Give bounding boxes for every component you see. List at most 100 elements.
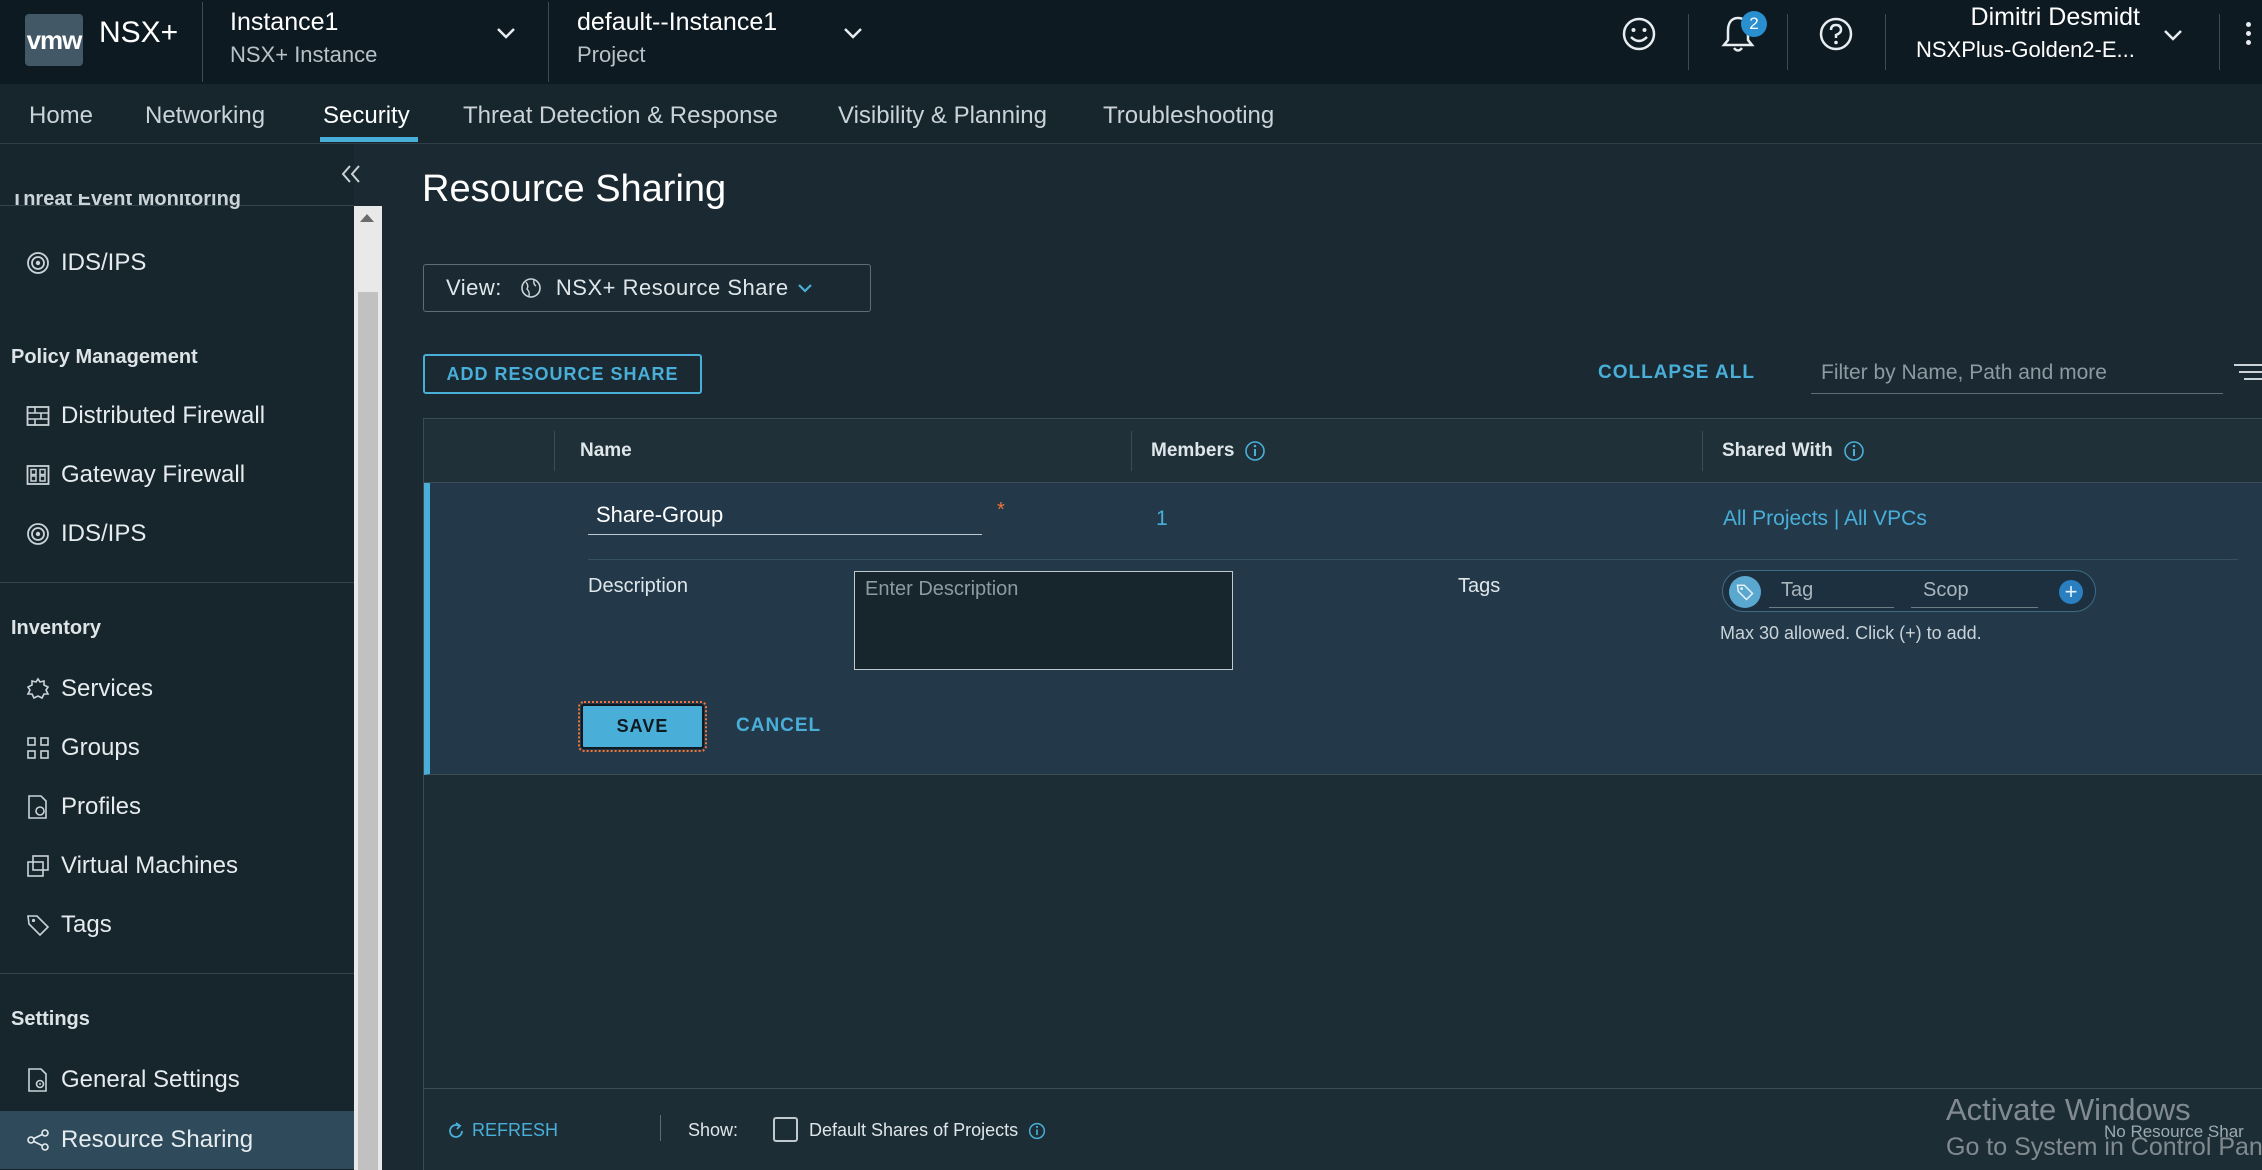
sidebar-item-label: General Settings (61, 1066, 240, 1093)
sidebar-item-resource-sharing[interactable]: Resource Sharing (0, 1111, 354, 1169)
vmware-logo: vmw (25, 14, 83, 66)
header-divider (1787, 14, 1788, 70)
default-shares-label: Default Shares of Projects (809, 1120, 1046, 1141)
tag-field[interactable] (1769, 574, 1894, 608)
sidebar-section-inventory: Inventory (11, 617, 102, 639)
info-icon[interactable] (1244, 440, 1266, 462)
double-chevron-left-icon[interactable] (340, 163, 362, 185)
refresh-label: REFRESH (472, 1120, 559, 1140)
sidebar-scrollbar-thumb[interactable] (358, 292, 378, 1170)
smiley-icon[interactable] (1619, 14, 1659, 54)
name-field[interactable] (588, 495, 982, 535)
share-icon (25, 1127, 51, 1153)
members-count-link[interactable]: 1 (1156, 507, 1168, 531)
main-nav: Home Networking Security Threat Detectio… (0, 84, 2262, 144)
resource-share-edit-row: * 1 All Projects | All VPCs Description … (424, 483, 2262, 775)
sidebar-item-distributed-firewall[interactable]: Distributed Firewall (0, 387, 354, 445)
info-icon[interactable] (1843, 440, 1865, 462)
tag-icon (25, 912, 51, 938)
collapse-all-link[interactable]: COLLAPSE ALL (1598, 362, 1755, 384)
sidebar-item-virtual-machines[interactable]: Virtual Machines (0, 837, 354, 895)
top-header: vmw NSX+ Instance1 NSX+ Instance default… (0, 0, 2262, 84)
description-label: Description (588, 575, 689, 597)
target-icon (25, 521, 51, 547)
instance-title: Instance1 (230, 8, 339, 36)
view-value: NSX+ Resource Share (555, 275, 789, 300)
description-field[interactable] (854, 571, 1233, 670)
chevron-down-icon[interactable] (2163, 28, 2183, 42)
instance-subtitle: NSX+ Instance (230, 42, 378, 67)
sidebar-item-ids-ips-threat[interactable]: IDS/IPS (0, 234, 354, 292)
sidebar-item-groups[interactable]: Groups (0, 719, 354, 777)
chevron-down-icon[interactable] (843, 26, 863, 40)
sidebar-divider (0, 582, 354, 583)
sidebar-item-profiles[interactable]: Profiles (0, 778, 354, 836)
sidebar-item-tags[interactable]: Tags (0, 896, 354, 954)
sidebar-item-gateway-firewall[interactable]: Gateway Firewall (0, 446, 354, 504)
header-divider (548, 2, 549, 82)
activation-watermark-subtitle: Go to System in Control Pane (1946, 1133, 2262, 1161)
column-header-shared-with[interactable]: Shared With (1722, 440, 1865, 462)
chevron-down-icon (797, 284, 812, 293)
column-header-members[interactable]: Members (1151, 440, 1266, 462)
gateway-firewall-icon (25, 462, 51, 488)
checkbox-label-text: Default Shares of Projects (809, 1120, 1019, 1140)
sidebar-item-label: Gateway Firewall (61, 461, 246, 488)
default-shares-checkbox[interactable] (773, 1117, 798, 1142)
sidebar-item-label: Tags (61, 911, 112, 938)
target-icon (25, 250, 51, 276)
sidebar-item-label: Virtual Machines (61, 852, 238, 879)
column-header-label: Members (1151, 440, 1235, 461)
sidebar-item-label: Distributed Firewall (61, 402, 266, 429)
active-tab-indicator (320, 137, 418, 142)
view-selector[interactable]: View: NSX+ Resource Share (423, 264, 871, 312)
user-org: NSXPlus-Golden2-E... (1916, 37, 2135, 62)
grid-header: Name Members Shared With (424, 419, 2262, 483)
save-button[interactable]: SAVE (578, 701, 707, 752)
tab-networking[interactable]: Networking (145, 102, 265, 130)
footer-divider (660, 1115, 661, 1141)
tags-hint: Max 30 allowed. Click (+) to add. (1720, 623, 1982, 643)
tags-label: Tags (1458, 575, 1501, 597)
refresh-button[interactable]: REFRESH (446, 1120, 558, 1141)
tab-visibility-planning[interactable]: Visibility & Planning (838, 102, 1047, 130)
sidebar-item-label: Groups (61, 734, 140, 761)
sidebar-item-ids-ips[interactable]: IDS/IPS (0, 505, 354, 563)
sidebar-item-label: IDS/IPS (61, 520, 147, 547)
scope-field[interactable] (1911, 574, 2038, 608)
column-header-label: Shared With (1722, 440, 1833, 461)
user-name: Dimitri Desmidt (1970, 3, 2140, 31)
sidebar-item-general-settings[interactable]: General Settings (0, 1051, 354, 1109)
shared-with-link[interactable]: All Projects | All VPCs (1723, 507, 1927, 531)
column-separator (1702, 431, 1703, 471)
project-subtitle: Project (577, 42, 646, 67)
info-icon[interactable] (1028, 1122, 1046, 1140)
filter-input[interactable] (1811, 352, 2223, 394)
view-label: View: (446, 275, 502, 300)
filter-icon[interactable] (2234, 362, 2262, 382)
tab-threat-detection[interactable]: Threat Detection & Response (463, 102, 778, 130)
add-resource-share-button[interactable]: ADD RESOURCE SHARE (423, 354, 702, 394)
column-header-name[interactable]: Name (580, 440, 632, 462)
tab-security[interactable]: Security (323, 102, 410, 130)
sidebar-item-services[interactable]: Services (0, 660, 354, 718)
sidebar-divider (0, 973, 354, 974)
resource-share-grid: Name Members Shared With * 1 All Project… (423, 418, 2262, 1170)
refresh-icon (449, 1121, 463, 1138)
kebab-menu-icon[interactable] (2246, 18, 2254, 58)
sidebar-item-label: Profiles (61, 793, 142, 820)
chevron-down-icon[interactable] (496, 26, 516, 40)
tab-troubleshooting[interactable]: Troubleshooting (1103, 102, 1274, 130)
scroll-up-arrow-icon[interactable] (360, 214, 374, 222)
tab-home[interactable]: Home (29, 102, 93, 130)
show-label: Show: (688, 1120, 739, 1140)
project-title: default--Instance1 (577, 8, 778, 36)
required-indicator: * (997, 499, 1005, 521)
sidebar-section-policy-management: Policy Management (11, 346, 198, 368)
profiles-icon (25, 794, 51, 820)
vm-icon (25, 853, 51, 879)
cancel-button[interactable]: CANCEL (736, 715, 821, 737)
sidebar-item-label: Resource Sharing (61, 1126, 254, 1153)
notification-badge: 2 (1741, 11, 1767, 37)
add-tag-button[interactable]: + (2059, 580, 2083, 604)
